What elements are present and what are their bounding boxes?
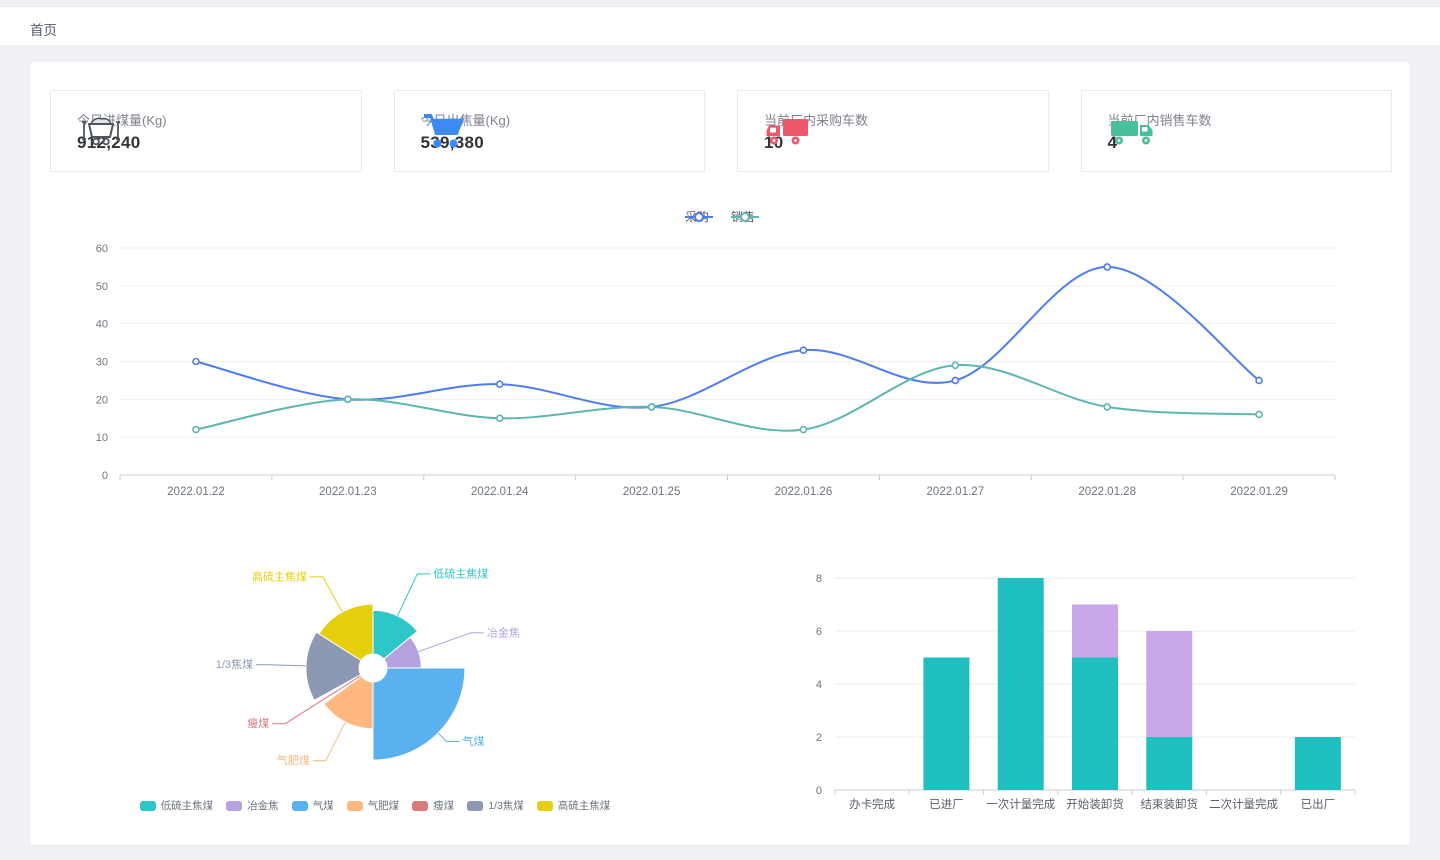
stat-card-sales-trucks: 当前厂内销售车数 4 xyxy=(1081,90,1393,172)
svg-text:已进厂: 已进厂 xyxy=(929,798,964,811)
svg-text:50: 50 xyxy=(96,281,108,293)
legend-label: 瘦煤 xyxy=(433,798,454,813)
svg-text:20: 20 xyxy=(96,394,108,406)
line-chart-legend: 采购 销售 xyxy=(30,208,1410,225)
legend-label: 低硫主焦煤 xyxy=(161,798,214,813)
svg-text:2: 2 xyxy=(816,732,822,744)
legend-swatch xyxy=(467,801,483,811)
svg-text:1/3焦煤: 1/3焦煤 xyxy=(216,658,253,671)
line-series-symbol-icon xyxy=(685,211,713,223)
svg-text:2022.01.26: 2022.01.26 xyxy=(775,486,833,498)
svg-text:2022.01.23: 2022.01.23 xyxy=(319,486,377,498)
shopping-cart-icon xyxy=(421,111,467,151)
pie-legend-item[interactable]: 气煤 xyxy=(292,798,334,813)
svg-text:开始装卸货: 开始装卸货 xyxy=(1066,797,1124,811)
svg-text:瘦煤: 瘦煤 xyxy=(247,716,269,730)
legend-label: 气煤 xyxy=(313,798,334,813)
pie-legend-item[interactable]: 气肥煤 xyxy=(347,798,400,813)
svg-text:30: 30 xyxy=(96,357,108,369)
svg-text:2022.01.24: 2022.01.24 xyxy=(471,486,529,498)
legend-label: 高硫主焦煤 xyxy=(558,798,611,813)
legend-swatch xyxy=(292,801,308,811)
svg-text:气煤: 气煤 xyxy=(463,734,485,748)
pie-legend-item[interactable]: 瘦煤 xyxy=(412,798,454,813)
line-series-symbol-icon xyxy=(731,211,759,223)
svg-text:2022.01.28: 2022.01.28 xyxy=(1078,486,1136,498)
svg-text:一次计量完成: 一次计量完成 xyxy=(986,797,1055,811)
legend-swatch xyxy=(226,801,242,811)
legend-label: 1/3焦煤 xyxy=(488,798,524,813)
stat-card-purchase-trucks: 当前厂内采购车数 10 xyxy=(737,90,1049,172)
svg-text:高硫主焦煤: 高硫主焦煤 xyxy=(252,569,307,583)
svg-text:已出厂: 已出厂 xyxy=(1301,797,1336,811)
stat-card-coke-out: 今日出焦量(Kg) 539,380 xyxy=(394,90,706,172)
pie-legend-item[interactable]: 1/3焦煤 xyxy=(467,798,524,813)
svg-text:结束装卸货: 结束装卸货 xyxy=(1141,797,1199,811)
svg-text:2022.01.22: 2022.01.22 xyxy=(167,486,225,498)
legend-item-purchase[interactable]: 采购 xyxy=(685,208,709,225)
legend-swatch xyxy=(537,801,553,811)
svg-text:60: 60 xyxy=(96,243,108,255)
svg-text:4: 4 xyxy=(816,679,822,691)
pie-legend-item[interactable]: 冶金焦 xyxy=(226,798,279,813)
svg-text:2022.01.29: 2022.01.29 xyxy=(1230,486,1288,498)
svg-text:0: 0 xyxy=(816,785,822,797)
legend-swatch xyxy=(140,801,156,811)
legend-swatch xyxy=(347,801,363,811)
svg-text:二次计量完成: 二次计量完成 xyxy=(1209,797,1278,811)
vehicle-status-bar-chart: 0 2 4 6 8 办卡完成 已进厂 一次计量完成开始装卸货 结束装卸货二次计量完成 已出厂 xyxy=(790,500,1410,820)
pie-legend-item[interactable]: 高硫主焦煤 xyxy=(537,798,611,813)
svg-text:0: 0 xyxy=(102,470,108,482)
svg-text:办卡完成: 办卡完成 xyxy=(849,797,895,811)
legend-label: 冶金焦 xyxy=(247,798,279,813)
truck-inbound-icon xyxy=(764,113,812,149)
svg-text:气肥煤: 气肥煤 xyxy=(277,753,310,767)
svg-text:2022.01.25: 2022.01.25 xyxy=(623,486,681,498)
legend-label: 气肥煤 xyxy=(368,798,400,813)
legend-swatch xyxy=(412,801,428,811)
coal-type-rose-chart: 低硫主焦煤冶金焦气煤气肥煤 瘦煤 1/3焦煤 高硫主焦煤 xyxy=(50,507,750,797)
truck-outbound-icon xyxy=(1108,113,1156,149)
svg-text:40: 40 xyxy=(96,319,108,331)
svg-text:10: 10 xyxy=(96,432,108,444)
mine-cart-icon xyxy=(77,111,125,151)
svg-text:6: 6 xyxy=(816,626,822,638)
stat-card-coal-in: 今日进煤量(Kg) 912,240 xyxy=(50,90,362,172)
pie-chart-legend: 低硫主焦煤 冶金焦 气煤 气肥煤 瘦煤 1/3焦煤 高硫主焦煤 xyxy=(50,798,700,813)
legend-item-sales[interactable]: 销售 xyxy=(731,208,755,225)
stat-cards-row: 今日进煤量(Kg) 912,240 今日出焦量(Kg) 539,380 xyxy=(50,90,1392,172)
breadcrumb[interactable]: 首页 xyxy=(30,19,57,39)
svg-text:8: 8 xyxy=(816,573,822,585)
breadcrumb-bar: 首页 xyxy=(0,7,1440,45)
pie-legend-item[interactable]: 低硫主焦煤 xyxy=(140,798,214,813)
svg-text:低硫主焦煤: 低硫主焦煤 xyxy=(433,566,488,580)
dashboard-panel: 今日进煤量(Kg) 912,240 今日出焦量(Kg) 539,380 xyxy=(30,62,1410,845)
purchase-sales-line-chart: 0 10 20 30 40 50 60 2022.01.22 2022.01.23 2022.01… xyxy=(30,230,1410,510)
svg-text:2022.01.27: 2022.01.27 xyxy=(927,486,985,498)
svg-text:冶金焦: 冶金焦 xyxy=(487,625,520,639)
